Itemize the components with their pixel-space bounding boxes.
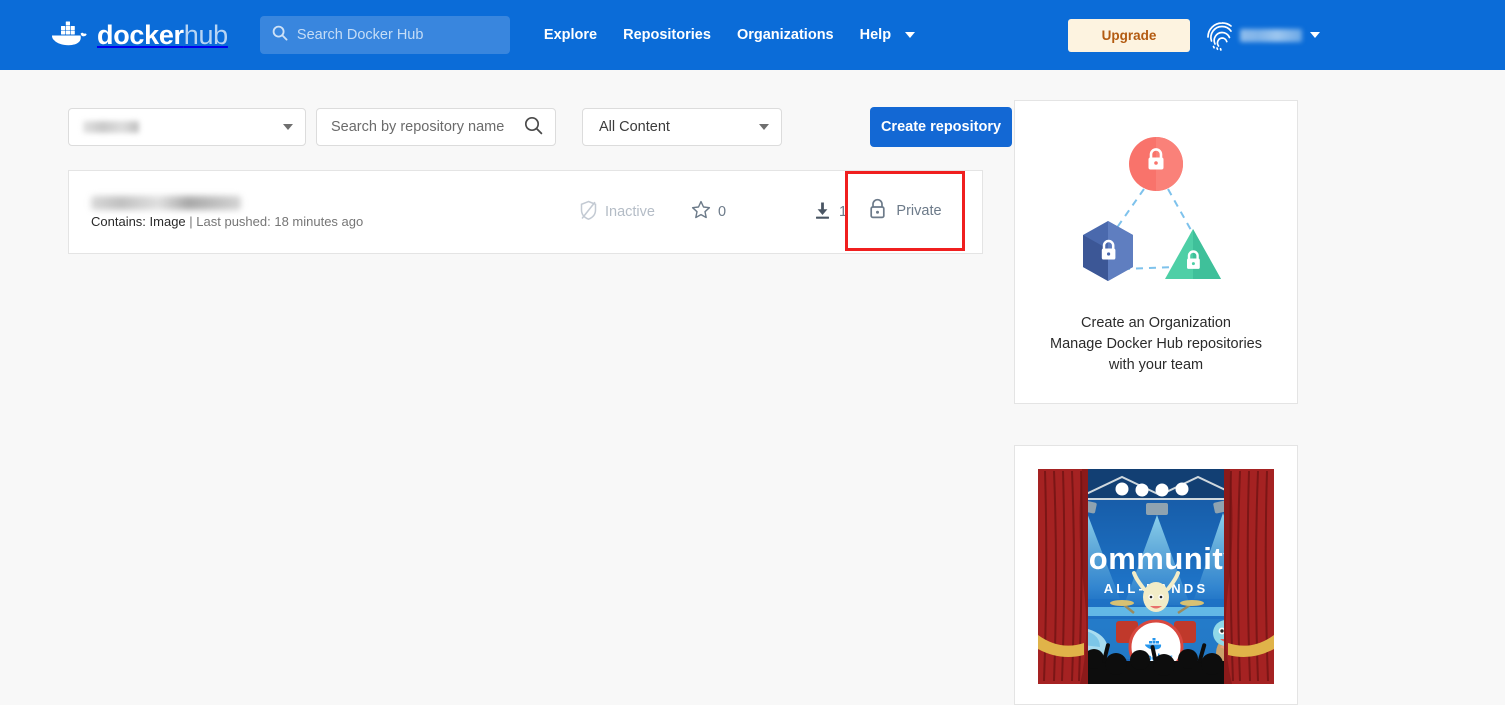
shield-disabled-icon	[579, 200, 598, 225]
nav-item-help[interactable]: Help	[860, 27, 916, 43]
content-type-select[interactable]: All Content	[582, 108, 782, 146]
community-all-hands-banner-image: community ALL-HANDS docker	[1038, 469, 1274, 684]
scan-status-label: Inactive	[605, 204, 655, 220]
star-outline-icon	[691, 200, 711, 224]
organization-lock-shapes-illustration	[1083, 137, 1221, 281]
logo-wordmark: dockerhub	[97, 20, 228, 51]
repository-meta-separator: |	[185, 213, 197, 229]
banner-title: community	[1071, 541, 1241, 576]
header-right-cluster: Upgrade	[1068, 0, 1505, 70]
create-organization-card[interactable]: Create an Organization Manage Docker Hub…	[1014, 100, 1298, 404]
logo-brand-text: docker	[97, 19, 184, 50]
nav-item-explore[interactable]: Explore	[544, 27, 597, 43]
top-navigation-bar: dockerhub Search Docker Hub Explore Repo…	[0, 0, 1505, 70]
repository-info: Contains: Image | Last pushed: 18 minute…	[69, 195, 579, 229]
docker-hub-logo[interactable]: dockerhub	[50, 18, 228, 52]
create-repository-button[interactable]: Create repository	[870, 107, 1012, 147]
chevron-down-icon	[1310, 32, 1320, 38]
download-icon	[813, 201, 832, 224]
namespace-select-value	[83, 121, 139, 133]
chevron-down-icon	[905, 32, 916, 38]
repository-stats: Inactive 0 1	[579, 200, 883, 225]
org-card-line2: Manage Docker Hub repositories	[1050, 336, 1262, 352]
nav-item-repositories[interactable]: Repositories	[623, 27, 711, 43]
star-count-label: 0	[718, 204, 727, 220]
repository-name[interactable]	[91, 195, 241, 210]
visibility-label: Private	[896, 203, 942, 219]
chevron-down-icon	[759, 124, 769, 130]
org-card-line1: Create an Organization	[1081, 315, 1231, 331]
upgrade-button[interactable]: Upgrade	[1068, 18, 1190, 52]
org-card-line3: with your team	[1108, 357, 1204, 373]
logo-product-text: hub	[183, 19, 228, 50]
create-organization-text: Create an Organization Manage Docker Hub…	[1015, 313, 1297, 376]
global-search-input[interactable]: Search Docker Hub	[259, 16, 510, 54]
global-search-placeholder: Search Docker Hub	[296, 27, 424, 43]
namespace-select[interactable]	[68, 108, 306, 146]
nav-item-help-label[interactable]: Help	[860, 27, 891, 43]
lock-icon	[868, 198, 887, 225]
chevron-down-icon	[283, 124, 293, 130]
repository-search-input[interactable]: Search by repository name	[316, 108, 556, 146]
username-label	[1240, 28, 1302, 42]
content-type-value: All Content	[599, 119, 670, 135]
visibility-badge[interactable]: Private	[845, 171, 965, 251]
repository-contains: Contains: Image	[91, 213, 186, 229]
nav-item-organizations[interactable]: Organizations	[737, 27, 834, 43]
repository-last-pushed: Last pushed: 18 minutes ago	[196, 213, 364, 229]
search-icon	[524, 116, 543, 139]
community-all-hands-card[interactable]: community ALL-HANDS docker	[1014, 445, 1298, 705]
scan-status: Inactive	[579, 200, 673, 225]
repository-filter-bar: Search by repository name All Content Cr…	[68, 107, 1012, 147]
star-count: 0	[691, 200, 761, 224]
primary-nav: Explore Repositories Organizations Help	[544, 27, 916, 43]
fingerprint-avatar-icon	[1204, 17, 1240, 53]
search-icon	[272, 25, 288, 46]
repository-meta: Contains: Image | Last pushed: 18 minute…	[91, 214, 579, 229]
user-menu[interactable]	[1204, 17, 1320, 53]
repository-search-placeholder: Search by repository name	[331, 119, 505, 135]
docker-whale-logo-icon	[50, 21, 90, 49]
